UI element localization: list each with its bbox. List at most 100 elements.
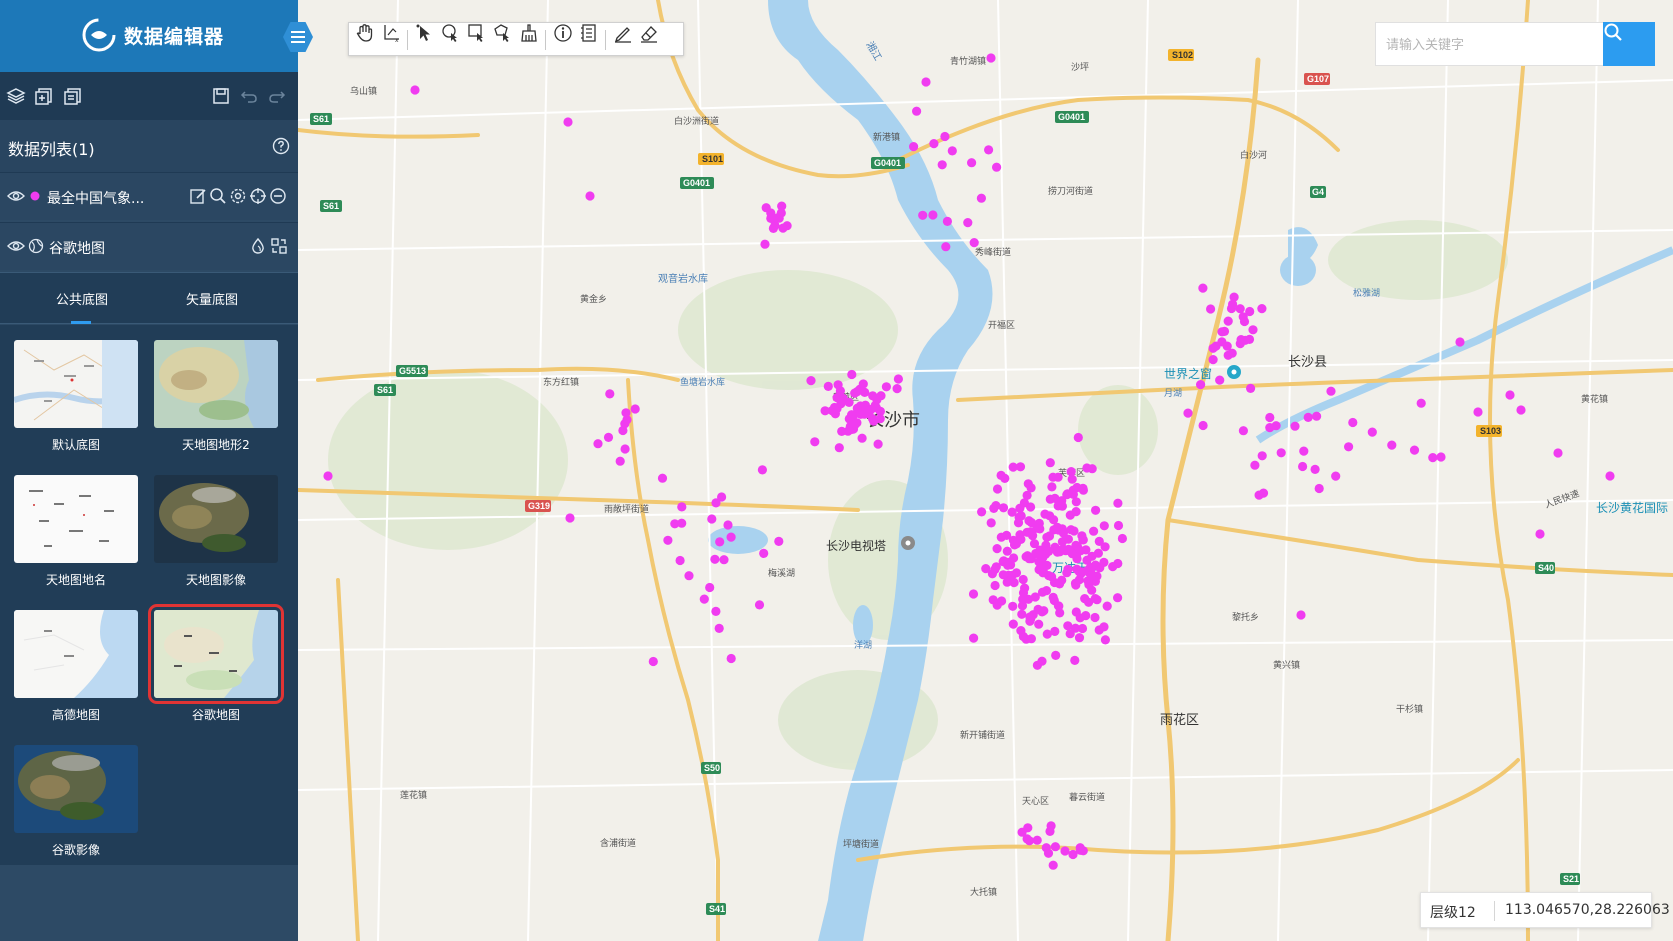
weather-point-387[interactable] [715,537,725,547]
attribute-table-icon[interactable] [579,23,599,43]
weather-point-206[interactable] [1086,570,1097,580]
weather-point-203[interactable] [1037,587,1048,597]
weather-point-194[interactable] [1018,631,1028,642]
weather-point-178[interactable] [1055,579,1065,589]
weather-point-168[interactable] [990,580,1000,591]
basemap-thumbnail[interactable] [14,610,138,698]
weather-point-119[interactable] [1024,516,1034,526]
weather-point-41[interactable] [1091,505,1101,515]
weather-point-271[interactable] [850,419,861,429]
weather-point-55[interactable] [1002,546,1012,556]
weather-point-350[interactable] [1254,490,1264,500]
weather-point-390[interactable] [719,555,729,565]
weather-point-228[interactable] [1045,494,1055,504]
weather-point-4[interactable] [1113,520,1124,531]
remove-layer-icon[interactable] [269,187,287,205]
opacity-drop-icon[interactable] [249,237,267,255]
weather-point-156[interactable] [992,544,1002,554]
weather-point-136[interactable] [1102,601,1112,611]
weather-point-372[interactable] [675,555,685,566]
weather-point-430[interactable] [1553,448,1563,458]
weather-point-185[interactable] [1044,546,1054,557]
layer-row-basemap[interactable]: 谷歌地图 [0,222,298,270]
settings-gear-icon[interactable] [229,187,247,205]
weather-point-38[interactable] [1073,432,1083,443]
undo-icon[interactable] [239,86,259,106]
weather-point-69[interactable] [1099,521,1109,531]
weather-point-308[interactable] [1228,299,1238,309]
weather-point-328[interactable] [1326,386,1336,396]
weather-point-12[interactable] [968,589,979,599]
weather-point-380[interactable] [726,532,736,542]
weather-point-172[interactable] [1074,633,1085,643]
weather-point-262[interactable] [847,369,857,380]
weather-point-419[interactable] [410,85,420,95]
weather-point-227[interactable] [1093,548,1103,558]
weather-point-348[interactable] [1314,483,1324,494]
weather-point-300[interactable] [1208,355,1218,365]
weather-point-229[interactable] [1037,553,1047,564]
weather-point-342[interactable] [1290,421,1300,431]
weather-point-425[interactable] [921,77,931,87]
weather-point-52[interactable] [1117,533,1127,544]
weather-point-122[interactable] [997,596,1007,606]
weather-point-343[interactable] [1238,426,1248,436]
weather-point-258[interactable] [876,391,886,401]
weather-point-212[interactable] [1022,490,1032,500]
basemap-default[interactable]: 默认底图 [11,340,141,453]
weather-point-422[interactable] [323,471,333,481]
weather-point-326[interactable] [1348,417,1358,428]
basemap-thumbnail[interactable] [14,475,138,563]
weather-point-336[interactable] [1257,451,1267,461]
basemap-tianditu-terrain[interactable]: 天地图地形2 [151,340,281,453]
weather-point-222[interactable] [1090,560,1101,570]
weather-point-201[interactable] [1026,502,1036,512]
weather-point-79[interactable] [986,518,996,528]
weather-point-360[interactable] [929,139,939,149]
weather-point-125[interactable] [969,633,979,643]
weather-point-144[interactable] [1053,472,1063,482]
weather-point-357[interactable] [947,146,957,156]
weather-point-346[interactable] [1183,408,1193,418]
weather-point-207[interactable] [988,595,998,605]
weather-point-373[interactable] [648,656,658,667]
weather-point-221[interactable] [1017,609,1027,619]
weather-point-267[interactable] [810,437,820,447]
search-button[interactable] [1603,22,1655,66]
select-pointer-icon[interactable] [415,23,435,43]
weather-point-165[interactable] [1015,503,1025,513]
weather-point-169[interactable] [1076,569,1086,579]
weather-point-369[interactable] [774,536,784,547]
weather-point-306[interactable] [1238,312,1248,322]
weather-point-277[interactable] [852,403,862,413]
weather-point-117[interactable] [1047,482,1057,492]
weather-point-347[interactable] [1310,464,1320,474]
weather-point-307[interactable] [1219,326,1230,336]
weather-point-196[interactable] [1108,562,1118,572]
visibility-eye-icon[interactable] [7,187,25,205]
tab-public-basemap[interactable]: 公共底图 [22,289,142,308]
basemap-thumbnail[interactable] [14,340,138,428]
weather-point-362[interactable] [941,242,951,252]
weather-point-297[interactable] [1248,325,1258,335]
map-canvas[interactable]: 乌山镇 白沙洲街道 新港镇 青竹湖镇 沙坪 黄金乡 观音岩水库 东方红镇 鱼塘岩… [298,0,1673,941]
weather-point-32[interactable] [1113,498,1123,508]
help-icon[interactable] [272,137,290,155]
add-layer-icon[interactable] [34,86,54,106]
weather-point-366[interactable] [969,238,979,248]
weather-point-141[interactable] [1100,635,1110,645]
weather-point-304[interactable] [1206,304,1216,314]
weather-point-327[interactable] [1428,453,1438,463]
visibility-eye-icon[interactable] [7,237,25,255]
weather-point-167[interactable] [1053,501,1063,511]
info-icon[interactable] [553,23,573,43]
weather-point-226[interactable] [1007,507,1017,517]
weather-point-413[interactable] [605,389,615,399]
weather-point-416[interactable] [615,456,625,466]
weather-point-182[interactable] [1016,511,1026,521]
weather-point-191[interactable] [1015,530,1025,540]
weather-point-352[interactable] [976,193,987,203]
basemap-tianditu-imagery[interactable]: 天地图影像 [151,475,281,588]
weather-point-378[interactable] [711,606,721,617]
weather-point-62[interactable] [1071,507,1081,517]
